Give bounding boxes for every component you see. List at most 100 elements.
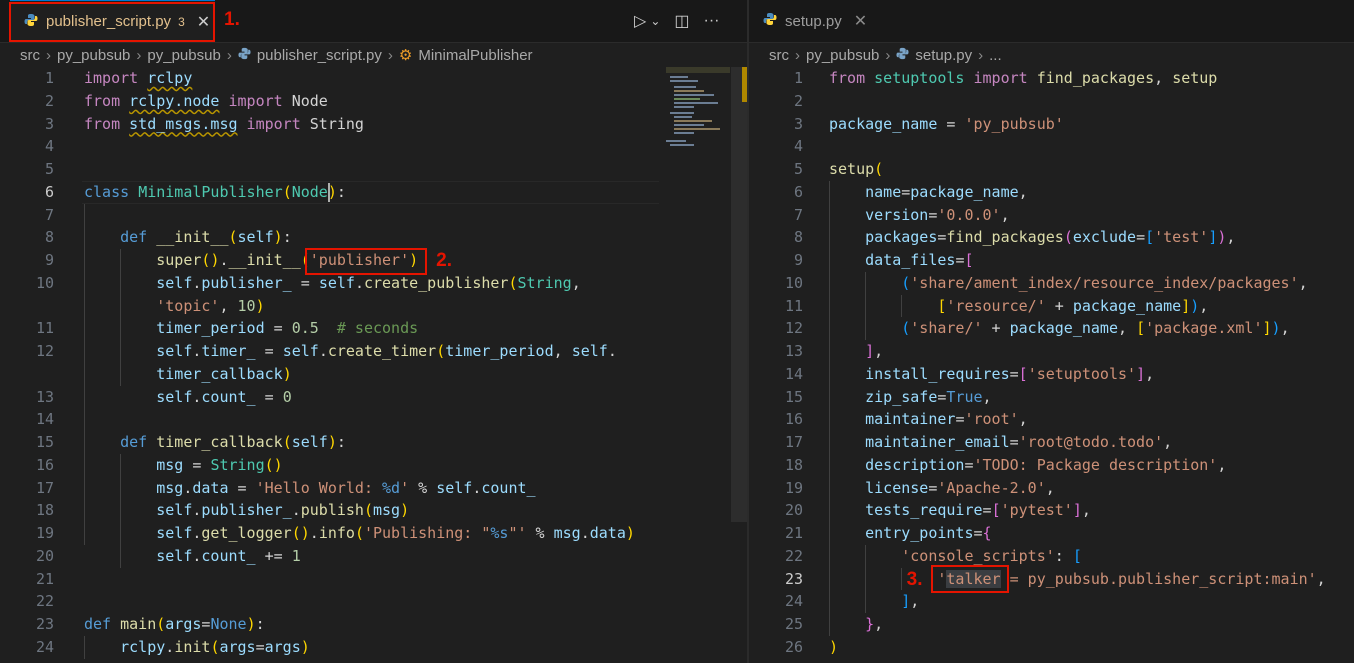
line-number: 24 <box>784 592 803 611</box>
code-line[interactable]: 21 entry_points={ <box>749 522 1354 545</box>
code-line[interactable]: 14 install_requires=['setuptools'], <box>749 363 1354 386</box>
code-line[interactable]: 8 def __init__(self): <box>0 226 747 249</box>
code-line[interactable]: 7 <box>0 204 747 227</box>
code-line[interactable]: 12 self.timer_ = self.create_timer(timer… <box>0 340 747 363</box>
more-actions-icon[interactable]: ··· <box>704 12 720 30</box>
code-line[interactable]: 3 package_name = 'py_pubsub' <box>749 113 1354 136</box>
code-token: import <box>964 69 1037 87</box>
code-line[interactable]: 3 from std_msgs.msg import String <box>0 113 747 136</box>
code-line[interactable]: 23 def main(args=None): <box>0 613 747 636</box>
code-line[interactable]: 5 <box>0 158 747 181</box>
breadcrumb-item[interactable]: py_pubsub <box>806 47 879 64</box>
line-number: 13 <box>35 387 54 406</box>
code-token: ] <box>901 592 911 611</box>
breadcrumb-item[interactable]: ... <box>989 47 1002 64</box>
code-line[interactable]: 16 msg = String() <box>0 454 747 477</box>
code-line[interactable]: 5 setup( <box>749 158 1354 181</box>
code-line[interactable]: 8 packages=find_packages(exclude=['test'… <box>749 226 1354 249</box>
code-line[interactable]: 11 ['resource/' + package_name]), <box>749 295 1354 318</box>
code-line[interactable]: 23 'talker = py_pubsub.publisher_script:… <box>749 568 1354 591</box>
code-text: data_files=[ <box>829 249 973 272</box>
code-line[interactable]: 6 name=package_name, <box>749 181 1354 204</box>
indent-guide <box>901 294 903 318</box>
code-editor[interactable]: 1 import rclpy 2 from rclpy.node import Nod… <box>0 67 747 663</box>
breadcrumb-item[interactable]: setup.py <box>915 47 972 64</box>
code-line[interactable]: 17 msg.data = 'Hello World: %d' % self.c… <box>0 477 747 500</box>
tab-setup-py[interactable]: setup.py ✕ <box>749 0 887 42</box>
code-token: args <box>165 615 202 633</box>
code-line[interactable]: 17 maintainer_email='root@todo.todo', <box>749 431 1354 454</box>
code-line[interactable]: 22 'console_scripts': [ <box>749 545 1354 568</box>
code-line[interactable]: 9 data_files=[ <box>749 249 1354 272</box>
code-line[interactable]: 2 <box>749 90 1354 113</box>
code-line[interactable]: 20 tests_require=['pytest'], <box>749 499 1354 522</box>
code-token: 'root' <box>964 410 1019 429</box>
text-cursor <box>327 182 330 202</box>
code-token: [ <box>1018 364 1028 383</box>
code-line[interactable]: 21 <box>0 568 747 591</box>
line-number: 3 <box>44 114 54 133</box>
breadcrumb-item[interactable]: py_pubsub <box>57 47 130 64</box>
code-line[interactable]: 4 <box>0 135 747 158</box>
code-line[interactable]: 18 self.publisher_.publish(msg) <box>0 499 747 522</box>
code-line[interactable]: 11 timer_period = 0.5 # seconds <box>0 317 747 340</box>
code-line[interactable]: 2 from rclpy.node import Node <box>0 90 747 113</box>
code-line[interactable]: 10 ('share/ament_index/resource_index/pa… <box>749 272 1354 295</box>
line-number: 19 <box>35 524 54 542</box>
code-token: = <box>255 637 265 656</box>
code-line[interactable]: 14 <box>0 408 747 431</box>
line-number: 21 <box>784 524 803 542</box>
code-line[interactable]: 19 self.get_logger().info('Publishing: "… <box>0 522 747 545</box>
minimap[interactable] <box>666 67 730 157</box>
code-line[interactable]: 1 from setuptools import find_packages, s… <box>749 67 1354 90</box>
code-line[interactable]: 25 }, <box>749 613 1354 636</box>
code-line[interactable]: 13 ], <box>749 340 1354 363</box>
vertical-scrollbar[interactable] <box>731 67 747 522</box>
code-line[interactable]: 'topic', 10) <box>0 295 747 318</box>
line-number: 9 <box>44 251 54 269</box>
code-line[interactable]: 16 maintainer='root', <box>749 408 1354 431</box>
code-token: __init__ <box>156 228 229 247</box>
breadcrumb: src › py_pubsub › py_pubsub › publisher_scr… <box>20 46 533 65</box>
code-line[interactable]: 7 version='0.0.0', <box>749 204 1354 227</box>
code-token: , <box>874 615 884 633</box>
code-line[interactable]: timer_callback) <box>0 363 747 386</box>
code-token: timer_period <box>156 319 265 338</box>
code-editor[interactable]: 1 from setuptools import find_packages, s… <box>749 67 1354 663</box>
breadcrumb-item[interactable]: src <box>769 47 789 64</box>
code-line[interactable]: 4 <box>749 135 1354 158</box>
code-token: , <box>1081 501 1091 520</box>
code-line[interactable]: 22 <box>0 590 747 613</box>
code-line[interactable]: 24 ], <box>749 590 1354 613</box>
code-token: . <box>318 342 328 360</box>
line-number: 10 <box>35 273 54 292</box>
code-line[interactable]: 24 rclpy.init(args=args) <box>0 636 747 659</box>
chevron-down-icon[interactable]: ⌄ <box>650 14 660 28</box>
split-editor-icon[interactable]: ◫ <box>674 11 689 31</box>
close-icon[interactable]: ✕ <box>854 11 867 31</box>
code-line[interactable]: 19 license='Apache-2.0', <box>749 477 1354 500</box>
breadcrumb-item[interactable]: publisher_script.py <box>257 47 382 64</box>
code-line[interactable]: 1 import rclpy <box>0 67 747 90</box>
breadcrumb-item[interactable]: MinimalPublisher <box>418 47 532 64</box>
indent-guide <box>120 453 122 568</box>
code-line[interactable]: 15 zip_safe=True, <box>749 386 1354 409</box>
code-line[interactable]: 13 self.count_ = 0 <box>0 386 747 409</box>
run-icon[interactable]: ▷ <box>634 11 646 31</box>
code-line[interactable]: 15 def timer_callback(self): <box>0 431 747 454</box>
code-token: ) <box>400 501 410 520</box>
code-line[interactable]: 12 ('share/' + package_name, ['package.x… <box>749 317 1354 340</box>
code-line[interactable]: 18 description='TODO: Package descriptio… <box>749 454 1354 477</box>
breadcrumb-item[interactable]: src <box>20 47 40 64</box>
code-token: , <box>571 273 581 292</box>
code-line[interactable]: 10 self.publisher_ = self.create_publish… <box>0 272 747 295</box>
code-token: rclpy.node <box>129 91 220 110</box>
code-line[interactable]: 20 self.count_ += 1 <box>0 545 747 568</box>
breadcrumb-item[interactable]: py_pubsub <box>147 47 220 64</box>
code-line[interactable]: 26) <box>749 636 1354 659</box>
tab-bar: setup.py ✕ <box>749 0 1354 43</box>
